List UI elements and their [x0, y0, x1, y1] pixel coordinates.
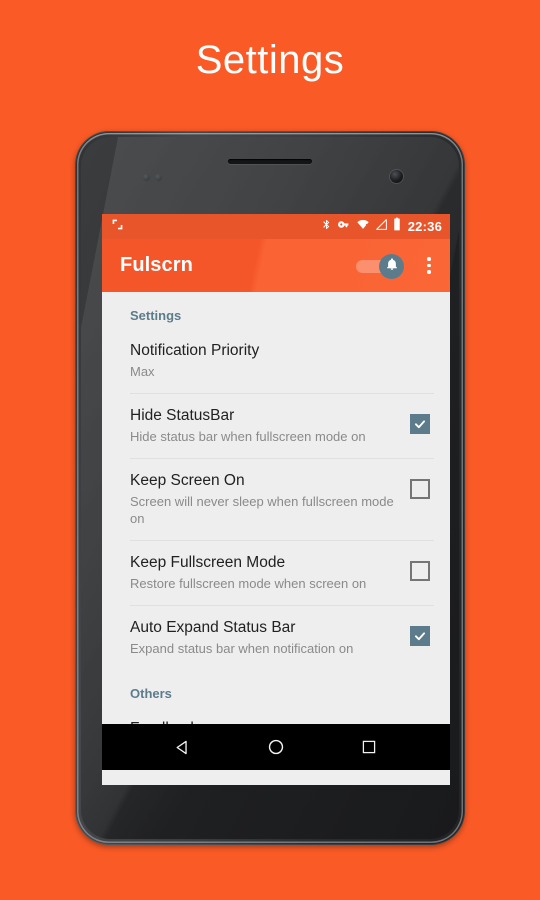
battery-icon [393, 217, 401, 236]
app-title: Fulscrn [120, 254, 193, 276]
list-item-auto-expand-status-bar[interactable]: Auto Expand Status Bar Expand status bar… [102, 606, 450, 670]
list-item-keep-screen-on[interactable]: Keep Screen On Screen will never sleep w… [102, 459, 450, 540]
section-header-others: Others [130, 686, 172, 701]
status-bar-clock: 22:36 [407, 219, 442, 234]
list-item-notification-priority[interactable]: Notification Priority Max [102, 329, 450, 393]
list-item-title: Hide StatusBar [130, 407, 235, 424]
list-item-title: Keep Screen On [130, 472, 245, 489]
checkbox-keep-fullscreen-mode[interactable] [410, 561, 430, 581]
status-bar: 22:36 [102, 214, 450, 239]
fullscreen-corners-icon [111, 218, 124, 236]
list-item-title: Notification Priority [130, 342, 260, 359]
wifi-alert-icon [356, 218, 370, 236]
checkbox-auto-expand-status-bar[interactable] [410, 626, 430, 646]
overflow-dot [427, 270, 431, 274]
phone-screen: 22:36 Fulscrn Settings Notification Prio… [102, 214, 450, 785]
list-item-title: Auto Expand Status Bar [130, 619, 296, 636]
list-item-title: Feedback [130, 719, 420, 724]
notification-toggle[interactable] [354, 251, 410, 281]
bluetooth-icon [321, 218, 332, 236]
phone-device-mockup: 22:36 Fulscrn Settings Notification Prio… [75, 131, 465, 845]
recents-icon[interactable] [346, 724, 392, 770]
app-toolbar: Fulscrn [102, 239, 450, 292]
back-icon[interactable] [160, 724, 206, 770]
bell-icon [385, 257, 399, 276]
list-item-text: Auto Expand Status Bar Expand status bar… [130, 618, 410, 657]
list-item-feedback[interactable]: Feedback [102, 707, 450, 724]
list-item-title: Keep Fullscreen Mode [130, 554, 286, 571]
list-item-text: Hide StatusBar Hide status bar when full… [130, 406, 410, 445]
list-item-hide-statusbar[interactable]: Hide StatusBar Hide status bar when full… [102, 394, 450, 458]
list-item-subtitle: Hide status bar when fullscreen mode on [130, 429, 366, 444]
device-face: 22:36 Fulscrn Settings Notification Prio… [81, 137, 459, 839]
vpn-key-icon [337, 218, 351, 236]
signal-icon [375, 218, 388, 236]
overflow-dot [427, 257, 431, 261]
proximity-sensor-icon [143, 174, 150, 181]
toolbar-actions [354, 249, 444, 283]
page-title: Settings [195, 38, 345, 82]
list-item-subtitle: Expand status bar when notification on [130, 641, 354, 656]
overflow-dot [427, 263, 431, 268]
section-header-settings: Settings [130, 308, 182, 323]
checkbox-hide-statusbar[interactable] [410, 414, 430, 434]
more-vert-icon[interactable] [414, 249, 444, 283]
home-icon[interactable] [253, 724, 299, 770]
list-item-keep-fullscreen-mode[interactable]: Keep Fullscreen Mode Restore fullscreen … [102, 541, 450, 605]
light-sensor-icon [155, 174, 162, 181]
settings-list: Settings Notification Priority Max Hide … [102, 292, 450, 724]
list-item-subtitle: Max [130, 364, 155, 379]
list-item-subtitle: Screen will never sleep when fullscreen … [130, 494, 394, 526]
list-item-text: Notification Priority Max [130, 341, 430, 380]
android-navigation-bar [102, 724, 450, 770]
checkbox-keep-screen-on[interactable] [410, 479, 430, 499]
list-item-text: Keep Screen On Screen will never sleep w… [130, 471, 410, 527]
front-camera-icon [390, 170, 403, 183]
notification-toggle-thumb [379, 253, 404, 279]
status-bar-system-icons: 22:36 [321, 217, 442, 236]
list-item-text: Keep Fullscreen Mode Restore fullscreen … [130, 553, 410, 592]
list-item-subtitle: Restore fullscreen mode when screen on [130, 576, 367, 591]
status-bar-notifications [111, 218, 124, 236]
earpiece-speaker-icon [228, 159, 312, 164]
list-item-text: Feedback [130, 719, 430, 724]
